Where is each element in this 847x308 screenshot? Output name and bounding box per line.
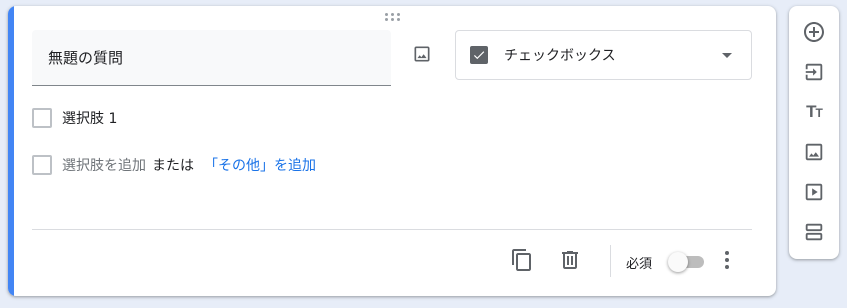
add-other-link[interactable]: 「その他」を追加 — [204, 155, 316, 175]
option-item[interactable]: 選択肢 1 — [32, 108, 117, 128]
import-icon — [805, 63, 823, 81]
floating-toolbar: TT — [789, 6, 839, 259]
import-questions-button[interactable] — [800, 58, 828, 86]
add-option-row: 選択肢を追加 または 「その他」を追加 — [32, 155, 316, 175]
more-vert-icon — [725, 251, 729, 255]
image-icon — [414, 46, 430, 62]
or-label: または — [152, 158, 194, 174]
section-icon — [805, 223, 823, 241]
add-section-button[interactable] — [800, 218, 828, 246]
add-option-checkbox — [32, 155, 52, 175]
drag-handle-icon[interactable] — [385, 13, 401, 23]
more-options-button[interactable] — [719, 246, 735, 274]
image-icon — [805, 143, 823, 161]
delete-button[interactable] — [556, 246, 584, 274]
question-type-dropdown[interactable]: チェックボックス — [455, 30, 752, 80]
required-label: 必須 — [626, 257, 653, 272]
add-option-button[interactable]: 選択肢を追加 — [62, 155, 146, 175]
option-label[interactable]: 選択肢 1 — [62, 108, 117, 128]
add-image-button[interactable] — [406, 38, 438, 70]
active-card-indicator — [8, 6, 14, 296]
toggle-thumb — [668, 252, 688, 272]
option-checkbox — [32, 108, 52, 128]
footer-separator — [610, 245, 611, 277]
add-title-button[interactable]: TT — [800, 98, 828, 126]
add-question-button[interactable] — [800, 18, 828, 46]
duplicate-button[interactable] — [508, 246, 536, 274]
checkbox-icon — [470, 46, 488, 64]
question-card[interactable]: 無題の質問 チェックボックス 選択肢 1 選択肢を追加 または 「その他」を追加 — [8, 6, 776, 296]
add-circle-icon — [804, 22, 824, 42]
required-toggle[interactable] — [668, 252, 704, 272]
video-icon — [805, 183, 823, 201]
footer-divider — [32, 229, 752, 230]
add-video-button[interactable] — [800, 178, 828, 206]
title-text-icon: TT — [806, 102, 823, 121]
question-title-input[interactable]: 無題の質問 — [32, 30, 391, 86]
dropdown-arrow-icon — [722, 52, 732, 58]
question-title-text: 無題の質問 — [48, 49, 124, 67]
add-image-tool-button[interactable] — [800, 138, 828, 166]
question-type-label: チェックボックス — [504, 48, 616, 64]
trash-icon — [562, 251, 578, 269]
duplicate-icon — [512, 249, 531, 271]
